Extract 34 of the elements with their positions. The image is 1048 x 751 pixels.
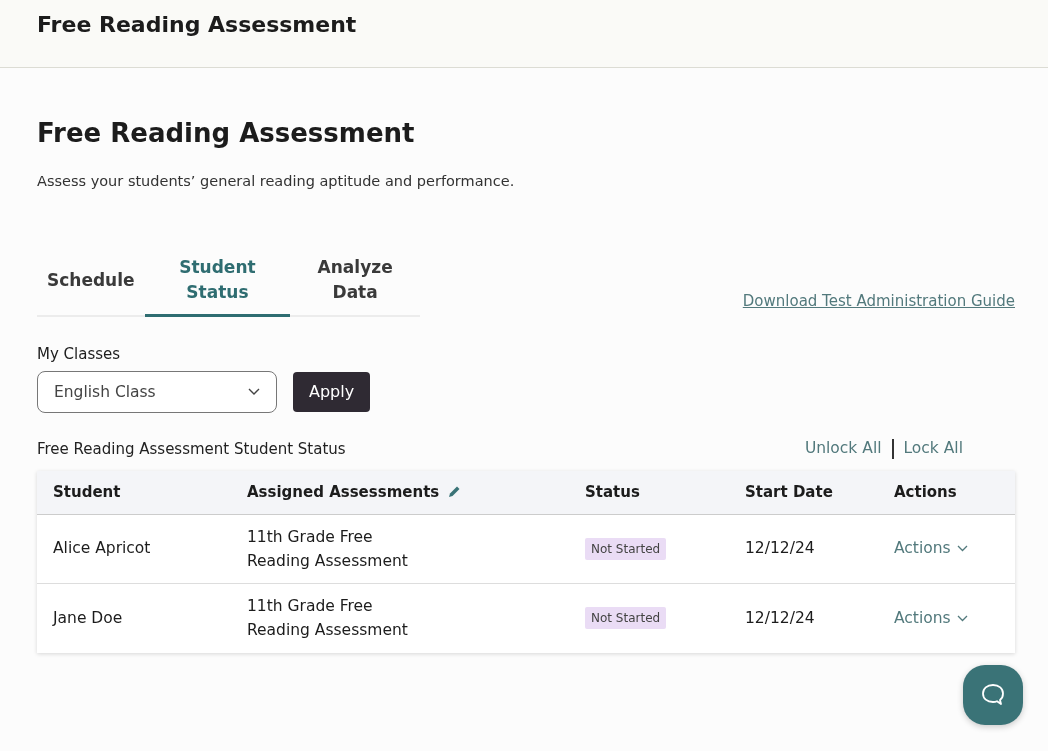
field-label: My Classes — [37, 343, 121, 365]
column-header: Assigned Assessments — [247, 481, 440, 503]
table-caption: Free Reading Assessment Student Status — [37, 438, 346, 460]
unlock-all-link[interactable]: Unlock All — [804, 437, 882, 461]
tab[interactable]: Student Status — [144, 254, 291, 317]
column-header: Status — [585, 481, 640, 503]
download-guide-link[interactable]: Download Test Administration Guide — [742, 290, 1015, 313]
chat-button[interactable] — [963, 665, 1023, 725]
chevron-down-icon — [248, 388, 260, 397]
status-badge: Not Started — [585, 537, 667, 560]
page-header-title: Free Reading Assessment — [37, 12, 358, 39]
apply-button[interactable]: Apply — [293, 372, 371, 413]
table-cell-text: 12/12/24 — [745, 538, 816, 560]
status-badge: Not Started — [585, 607, 667, 630]
page-title: Free Reading Assessment — [37, 118, 416, 150]
table-cell-text: 12/12/24 — [745, 607, 816, 629]
page-description: Assess your students’ general reading aptitude and performance. — [37, 172, 516, 192]
table-cell-text: 11th Grade Free Reading Assessment — [247, 596, 409, 642]
chevron-down-icon — [956, 545, 968, 553]
tab[interactable]: Schedule — [37, 254, 145, 317]
chevron-down-icon — [956, 614, 968, 622]
column-header: Start Date — [745, 481, 833, 503]
class-select[interactable]: English Class — [37, 371, 277, 414]
table-cell-text: 11th Grade Free Reading Assessment — [247, 526, 409, 572]
pencil-icon[interactable] — [447, 485, 462, 500]
table-cell-text: Alice Apricot — [53, 538, 152, 560]
actions-dropdown[interactable]: Actions — [894, 606, 968, 630]
table-cell-text: Jane Doe — [53, 607, 124, 629]
column-header: Student — [53, 481, 121, 503]
column-header: Actions — [894, 481, 957, 503]
chat-bubble-icon — [980, 682, 1006, 708]
lock-all-link[interactable]: Lock All — [903, 437, 963, 461]
tab[interactable]: Analyze Data — [290, 254, 420, 317]
actions-dropdown[interactable]: Actions — [894, 537, 968, 561]
